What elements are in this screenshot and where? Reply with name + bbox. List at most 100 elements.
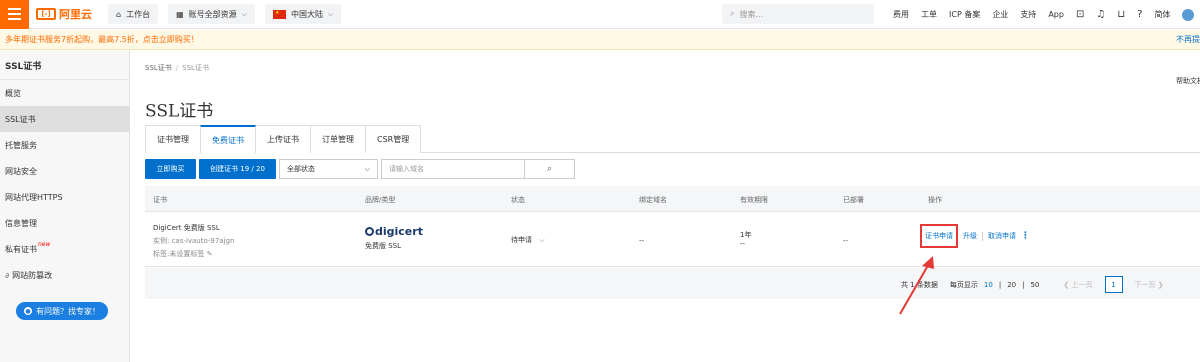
nav-icp[interactable]: ICP 备案	[949, 9, 980, 20]
logo-mark: [-]	[36, 8, 56, 20]
workbench-button[interactable]: ⌂ 工作台	[108, 4, 159, 24]
buy-button[interactable]: 立即购买	[145, 159, 196, 179]
ask-expert-label: 有问题？找专家！	[36, 306, 100, 316]
breadcrumb: SSL证书 / SSL证书	[145, 63, 209, 73]
sidebar-title: SSL证书	[0, 51, 129, 80]
cert-cell: DigiCert 免费版 SSL 实例: cas-ivauto-97ajgn 标…	[153, 223, 234, 259]
sidebar-item-label: 网站防篡改	[12, 270, 53, 280]
logo-text: 阿里云	[59, 8, 92, 21]
nav-billing[interactable]: 费用	[893, 9, 909, 20]
search-icon: ⌕	[546, 164, 553, 174]
global-search-input[interactable]: ⌕ 搜索...	[722, 4, 874, 24]
workbench-label: 工作台	[126, 9, 151, 19]
pagination-bar: 共 1 条数据 每页显示 10 | 20 | 50 ❮ 上一页 1 下一页 ❯	[145, 268, 1200, 299]
help-icon[interactable]: ?	[1137, 9, 1142, 20]
sidebar-item-label: SSL证书	[5, 114, 36, 124]
col-domain: 绑定域名	[639, 196, 667, 204]
breadcrumb-root[interactable]: SSL证书	[145, 64, 172, 72]
page-size-20[interactable]: 20	[1007, 281, 1016, 289]
region-selector[interactable]: 中国大陆 ⌵	[264, 4, 342, 24]
nav-support[interactable]: 支持	[1020, 9, 1036, 20]
sidebar-item-private-cert[interactable]: 私有证书 new	[0, 236, 129, 262]
language-switch[interactable]: 简体	[1154, 9, 1170, 20]
deployed-cell: --	[843, 237, 849, 245]
chevron-down-icon: ⌵	[539, 236, 545, 244]
pager: 共 1 条数据 每页显示 10 | 20 | 50 ❮ 上一页 1 下一页 ❯	[901, 276, 1164, 293]
digicert-ring-icon	[365, 227, 374, 236]
page-title: SSL证书	[145, 101, 214, 122]
search-icon: ⌕	[730, 9, 735, 18]
aliyun-logo[interactable]: [-] 阿里云	[36, 6, 92, 22]
breadcrumb-separator: /	[175, 64, 179, 72]
sidebar-item-label: 托管服务	[5, 140, 37, 150]
col-brand: 品牌/类型	[365, 196, 396, 204]
page-size-10[interactable]: 10	[984, 281, 993, 289]
sidebar-item-overview[interactable]: 概览	[0, 80, 129, 106]
search-placeholder: 搜索...	[739, 9, 764, 19]
upgrade-link[interactable]: 升级	[963, 231, 977, 241]
tab-upload-cert[interactable]: 上传证书	[255, 125, 311, 153]
sidebar-item-info[interactable]: 信息管理	[0, 210, 129, 236]
tab-orders[interactable]: 订单管理	[310, 125, 366, 153]
top-navbar: [-] 阿里云 ⌂ 工作台 ▦ 账号全部资源 ⌵ 中国大陆 ⌵ ⌕ 搜索... …	[0, 0, 1200, 29]
more-icon[interactable]: ⋮	[1021, 231, 1030, 241]
page-1-button[interactable]: 1	[1104, 276, 1123, 293]
create-cert-button[interactable]: 创建证书 19 / 20	[199, 159, 276, 179]
sidebar-item-label: 网站安全	[5, 166, 37, 176]
nav-app[interactable]: App	[1048, 10, 1064, 19]
home-icon: ⌂	[116, 9, 122, 19]
cert-type: 免费版 SSL	[365, 242, 402, 250]
col-actions: 操作	[928, 196, 942, 204]
chevron-down-icon: ⌵	[241, 9, 247, 18]
cancel-apply-link[interactable]: 取消申请	[988, 231, 1016, 241]
link-icon: ∂	[5, 270, 10, 280]
next-page-button[interactable]: 下一页 ❯	[1135, 280, 1164, 290]
nav-enterprise[interactable]: 企业	[992, 9, 1008, 20]
prev-page-label: 上一页	[1071, 280, 1093, 289]
col-deployed: 已部署	[843, 196, 864, 204]
edit-icon[interactable]: ✎	[207, 250, 213, 258]
digicert-logo: digicert	[365, 225, 423, 238]
avatar[interactable]	[1182, 8, 1195, 21]
account-selector[interactable]: ▦ 账号全部资源 ⌵	[168, 4, 255, 24]
sidebar-item-site-security[interactable]: 网站安全	[0, 158, 129, 184]
table-header: 证书 品牌/类型 状态 绑定域名 有效期限 已部署 操作	[145, 186, 1200, 212]
divider: |	[998, 280, 1002, 289]
sidebar-item-ssl[interactable]: SSL证书	[0, 106, 129, 132]
per-page-label: 每页显示	[949, 280, 978, 289]
cert-instance[interactable]: 实例: cas-ivauto-97ajgn	[153, 236, 234, 246]
validity-value: 1年	[740, 231, 752, 239]
domain-search-input[interactable]: 请输入域名	[381, 159, 525, 179]
search-button[interactable]: ⌕	[525, 159, 575, 179]
sidebar-item-label: 信息管理	[5, 218, 37, 228]
sidebar-item-https-proxy[interactable]: 网站代理HTTPS	[0, 184, 129, 210]
tab-csr[interactable]: CSR管理	[365, 125, 422, 153]
total-count: 共 1 条数据	[901, 280, 938, 289]
sidebar-item-managed[interactable]: 托管服务	[0, 132, 129, 158]
chevron-down-icon: ⌵	[364, 164, 370, 173]
cart-icon[interactable]: ⊔	[1117, 9, 1125, 20]
toolbar: 立即购买 创建证书 19 / 20 全部状态 ⌵ 请输入域名 ⌕	[145, 159, 575, 179]
dismiss-notice-link[interactable]: 不再提	[1176, 34, 1200, 45]
chat-icon: ●	[24, 307, 32, 315]
prev-page-button[interactable]: ❮ 上一页	[1063, 280, 1092, 290]
terminal-icon[interactable]: ⊡	[1076, 9, 1084, 20]
tab-free-cert[interactable]: 免费证书	[200, 125, 256, 154]
brand-name: digicert	[375, 225, 423, 238]
promo-text[interactable]: 多年期证书服务7折起购，最高7.5折，点击立即购买！	[5, 34, 199, 45]
status-cell[interactable]: 待申请 ⌵	[511, 235, 545, 245]
ask-expert-button[interactable]: ● 有问题？找专家！	[16, 302, 108, 320]
col-cert: 证书	[153, 196, 167, 204]
cert-apply-link[interactable]: 证书申请	[920, 224, 958, 248]
bell-icon[interactable]: ♫	[1096, 9, 1105, 20]
status-select[interactable]: 全部状态 ⌵	[279, 159, 378, 179]
help-doc-link[interactable]: 帮助文档	[1176, 76, 1200, 86]
tab-cert-manage[interactable]: 证书管理	[145, 125, 201, 153]
sidebar-item-tamper[interactable]: ∂ 网站防篡改	[0, 262, 129, 288]
cert-tag[interactable]: 标签:未设置标签 ✎	[153, 249, 234, 259]
nav-ticket[interactable]: 工单	[921, 9, 937, 20]
col-validity: 有效期限	[740, 196, 768, 204]
divider	[982, 231, 983, 241]
page-size-50[interactable]: 50	[1030, 281, 1039, 289]
menu-icon[interactable]	[0, 0, 29, 29]
